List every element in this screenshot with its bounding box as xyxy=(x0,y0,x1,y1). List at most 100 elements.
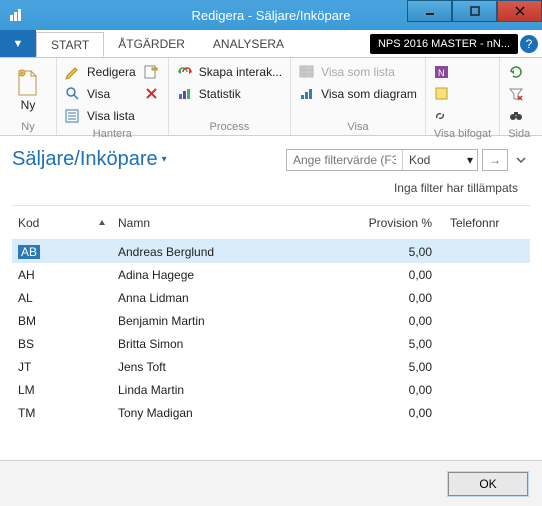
table-row[interactable]: JTJens Toft5,00 xyxy=(12,355,530,378)
ribbon-group-label: Ny xyxy=(8,119,48,133)
ribbon-tabs: ▼ START ÅTGÄRDER ANALYSERA NPS 2016 MAST… xyxy=(0,30,542,58)
cell-namn: Anna Lidman xyxy=(112,291,350,305)
cell-namn: Jens Toft xyxy=(112,360,350,374)
cell-kod: BM xyxy=(12,314,92,328)
show-as-chart-button[interactable]: Visa som diagram xyxy=(299,84,417,104)
cell-namn: Benjamin Martin xyxy=(112,314,350,328)
binoculars-icon xyxy=(508,108,524,124)
cell-kod: LM xyxy=(12,383,92,397)
filter-status: Inga filter har tillämpats xyxy=(0,175,542,205)
delete-x-icon xyxy=(144,86,160,102)
column-header-telefon[interactable]: Telefonnr xyxy=(450,216,530,230)
table-row[interactable]: BS Britta Simon5,00 xyxy=(12,332,530,355)
ok-button[interactable]: OK xyxy=(448,472,528,496)
column-header-namn[interactable]: Namn xyxy=(112,216,350,230)
view-button[interactable]: Visa xyxy=(65,84,136,104)
refresh-icon xyxy=(508,64,524,80)
edit-list-button[interactable] xyxy=(144,62,160,82)
create-interaction-button[interactable]: Skapa interak... xyxy=(177,62,282,82)
table-icon xyxy=(299,64,315,80)
svg-text:N: N xyxy=(438,68,445,78)
cell-provision: 5,00 xyxy=(350,245,450,259)
maximize-button[interactable] xyxy=(452,0,497,22)
new-button-label: Ny xyxy=(21,98,36,112)
expand-filter-button[interactable] xyxy=(512,149,530,171)
ribbon-group-process: Skapa interak... Statistik Process xyxy=(169,58,291,135)
new-page-icon xyxy=(15,70,41,96)
cell-kod: BS xyxy=(12,337,92,351)
list-icon xyxy=(65,108,81,124)
bar-chart-icon xyxy=(299,86,315,102)
data-grid: Kod Namn Provision % Telefonnr AB Andreas… xyxy=(12,205,530,424)
cell-namn: Andreas Berglund xyxy=(112,245,350,259)
close-button[interactable] xyxy=(497,0,542,22)
filter-box: Kod ▾ xyxy=(286,149,478,171)
new-button[interactable]: Ny xyxy=(8,62,48,119)
ribbon-group-label: Visa bifogat xyxy=(434,126,491,140)
tab-actions[interactable]: ÅTGÄRDER xyxy=(104,30,199,57)
chevron-down-icon: ▼ xyxy=(13,38,24,50)
show-as-list-button[interactable]: Visa som lista xyxy=(299,62,417,82)
column-header-provision[interactable]: Provision % xyxy=(350,216,450,230)
cell-namn: Adina Hagege xyxy=(112,268,350,282)
cell-provision: 0,00 xyxy=(350,383,450,397)
grid-header: Kod Namn Provision % Telefonnr xyxy=(12,206,530,240)
chevron-down-icon[interactable]: ▾ xyxy=(463,153,477,167)
link-icon xyxy=(434,108,450,124)
cell-kod: AH xyxy=(12,268,92,282)
find-button[interactable] xyxy=(508,106,524,126)
column-header-kod[interactable]: Kod xyxy=(12,216,92,230)
cell-namn: Tony Madigan xyxy=(112,406,350,420)
table-row[interactable]: BM Benjamin Martin0,00 xyxy=(12,309,530,332)
cell-namn: Linda Martin xyxy=(112,383,350,397)
magnifier-icon xyxy=(65,86,81,102)
cell-kod: AB xyxy=(12,245,92,259)
ribbon: Ny Ny Redigera Visa Visa lista xyxy=(0,58,542,136)
links-button[interactable] xyxy=(434,106,450,126)
cell-provision: 0,00 xyxy=(350,314,450,328)
notes-button[interactable] xyxy=(434,84,450,104)
table-row[interactable]: AB Andreas Berglund5,00 xyxy=(12,240,530,263)
edit-button[interactable]: Redigera xyxy=(65,62,136,82)
table-row[interactable]: AH Adina Hagege0,00 xyxy=(12,263,530,286)
filter-clear-icon xyxy=(508,86,524,102)
cell-provision: 0,00 xyxy=(350,291,450,305)
help-button[interactable]: ? xyxy=(520,35,538,53)
page-title[interactable]: Säljare/Inköpare ▾ xyxy=(12,148,167,171)
statistics-button[interactable]: Statistik xyxy=(177,84,282,104)
tab-analyze[interactable]: ANALYSERA xyxy=(199,30,298,57)
chevron-down-icon: ▾ xyxy=(162,154,167,165)
cell-provision: 5,00 xyxy=(350,337,450,351)
cell-provision: 0,00 xyxy=(350,268,450,282)
file-tab[interactable]: ▼ xyxy=(0,30,36,57)
onenote-button[interactable]: N xyxy=(434,62,450,82)
cell-namn: Britta Simon xyxy=(112,337,350,351)
cell-provision: 5,00 xyxy=(350,360,450,374)
onenote-icon: N xyxy=(434,64,450,80)
table-row[interactable]: TMTony Madigan0,00 xyxy=(12,401,530,424)
pencil-icon xyxy=(65,64,81,80)
view-list-button[interactable]: Visa lista xyxy=(65,106,136,126)
note-icon xyxy=(434,86,450,102)
minimize-button[interactable] xyxy=(407,0,452,22)
ribbon-group-label: Hantera xyxy=(65,126,160,140)
clear-filter-button[interactable] xyxy=(508,84,524,104)
filter-field-select[interactable]: Kod xyxy=(403,153,463,167)
filter-apply-button[interactable]: → xyxy=(482,149,508,171)
filter-value-input[interactable] xyxy=(287,153,402,167)
table-row[interactable]: LM Linda Martin0,00 xyxy=(12,378,530,401)
refresh-button[interactable] xyxy=(508,62,524,82)
title-bar: Redigera - Säljare/Inköpare xyxy=(0,0,542,30)
ribbon-group-sida: Sida xyxy=(500,58,538,135)
ribbon-group-label: Process xyxy=(177,119,282,133)
ribbon-group-bifogat: N Visa bifogat xyxy=(426,58,500,135)
dialog-footer: OK xyxy=(0,460,542,506)
ribbon-group-ny: Ny Ny xyxy=(0,58,57,135)
ribbon-group-label: Visa xyxy=(299,119,417,133)
sort-indicator-icon[interactable] xyxy=(92,218,112,228)
interaction-icon xyxy=(177,64,193,80)
delete-button[interactable] xyxy=(144,84,160,104)
table-row[interactable]: ALAnna Lidman0,00 xyxy=(12,286,530,309)
tab-start[interactable]: START xyxy=(36,32,104,57)
edit-list-icon xyxy=(144,64,160,80)
